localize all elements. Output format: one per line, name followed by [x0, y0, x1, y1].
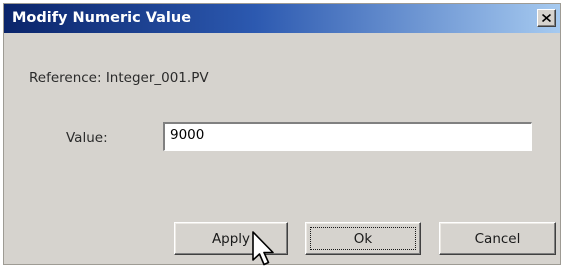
apply-button[interactable]: Apply — [174, 222, 288, 255]
modify-numeric-value-dialog: Modify Numeric Value Reference: Integer_… — [3, 3, 561, 265]
apply-button-label: Apply — [211, 230, 251, 247]
close-button[interactable] — [537, 9, 556, 27]
reference-label: Reference: Integer_001.PV — [29, 70, 209, 86]
cancel-button[interactable]: Cancel — [439, 222, 556, 255]
ok-button-label: Ok — [353, 230, 373, 247]
value-label: Value: — [66, 130, 108, 146]
value-input[interactable] — [163, 122, 532, 151]
ok-button[interactable]: Ok — [305, 222, 421, 255]
title-bar[interactable]: Modify Numeric Value — [4, 4, 560, 33]
cancel-button-label: Cancel — [474, 230, 521, 247]
window-title: Modify Numeric Value — [12, 10, 192, 26]
close-icon — [542, 14, 551, 22]
